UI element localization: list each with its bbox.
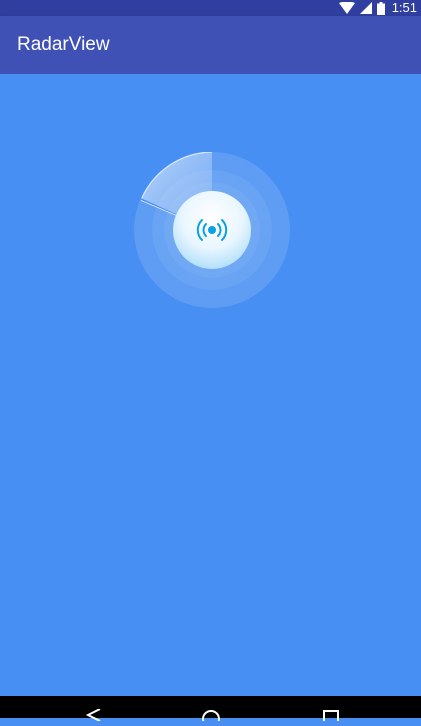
app-title: RadarView	[17, 34, 110, 55]
status-icons: 1:51	[338, 0, 417, 16]
app-bar: RadarView	[0, 16, 421, 74]
status-bar: 1:51	[0, 0, 421, 16]
battery-icon	[376, 1, 385, 15]
status-time: 1:51	[391, 0, 417, 15]
navigation-bar	[0, 696, 421, 726]
content-area	[0, 74, 421, 696]
home-icon[interactable]	[201, 708, 221, 726]
radar-view[interactable]	[134, 152, 290, 308]
back-icon[interactable]	[85, 708, 102, 726]
recents-icon[interactable]	[322, 708, 340, 726]
wifi-icon	[338, 2, 355, 14]
cell-signal-icon	[359, 2, 372, 14]
